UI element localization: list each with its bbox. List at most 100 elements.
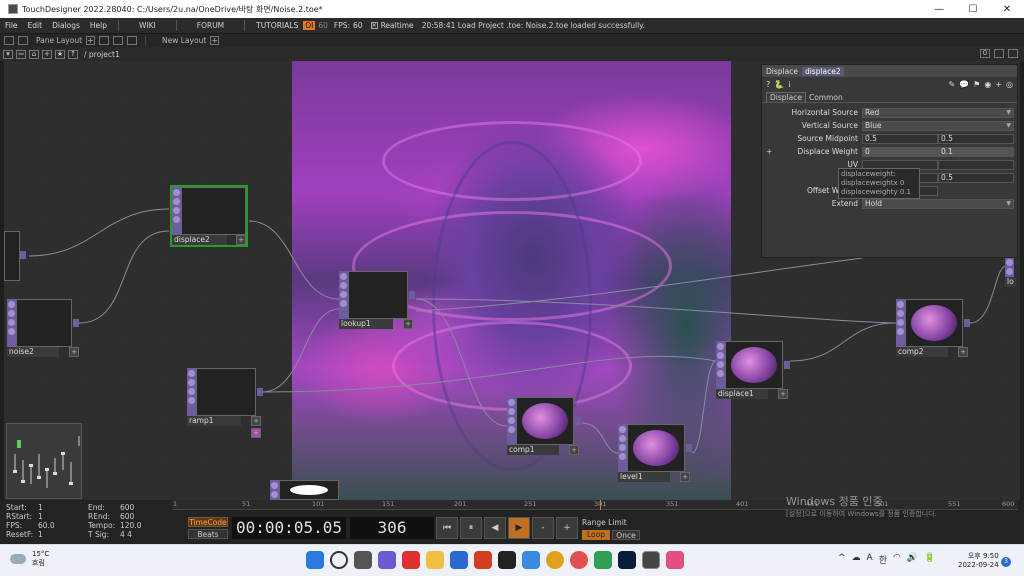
target-icon[interactable]: ◎ bbox=[1006, 80, 1013, 89]
windows-start-icon[interactable] bbox=[306, 551, 324, 569]
pane-menu-icon[interactable] bbox=[18, 36, 28, 45]
stat-value[interactable]: 120.0 bbox=[120, 521, 141, 530]
node-label[interactable]: comp1 bbox=[507, 445, 559, 455]
node-add-icon[interactable]: + bbox=[69, 347, 79, 357]
node-add-icon[interactable]: + bbox=[251, 416, 261, 426]
tutorials-button[interactable]: TUTORIALS bbox=[251, 21, 303, 30]
displace-weight-y[interactable]: 0.1 bbox=[938, 146, 1014, 157]
node-partial-left[interactable] bbox=[4, 231, 26, 289]
ime-icon[interactable]: 한 bbox=[879, 553, 887, 566]
task-view-icon[interactable] bbox=[354, 551, 372, 569]
help-icon[interactable]: ? bbox=[766, 80, 770, 89]
new-layout-button[interactable]: New Layout bbox=[162, 36, 206, 45]
stat-value[interactable]: 1 bbox=[38, 530, 88, 539]
node-output-port[interactable] bbox=[964, 319, 970, 327]
taskbar-clock[interactable]: 오후 9:50 2022-09-24 bbox=[958, 552, 999, 570]
pane-menu-icon[interactable]: ▾ bbox=[3, 49, 13, 59]
node-add-icon[interactable]: + bbox=[680, 472, 690, 482]
node-add-icon[interactable]: + bbox=[569, 445, 579, 455]
touchdesigner-icon[interactable] bbox=[642, 551, 660, 569]
edge-icon[interactable] bbox=[522, 551, 540, 569]
node-lookup1[interactable]: lookup1 + bbox=[339, 271, 415, 329]
menu-help[interactable]: Help bbox=[85, 21, 112, 30]
node-add-icon[interactable]: + bbox=[251, 428, 261, 438]
oi-badge[interactable]: OI bbox=[303, 21, 316, 30]
pause-button[interactable]: ⏸ bbox=[460, 517, 482, 539]
node-output-port[interactable] bbox=[686, 444, 692, 452]
star-icon[interactable]: ★ bbox=[55, 49, 65, 59]
photoshop-icon[interactable] bbox=[618, 551, 636, 569]
playhead[interactable] bbox=[600, 500, 601, 510]
source-midpoint-y[interactable]: 0.5 bbox=[938, 133, 1014, 144]
uv-offset-y[interactable]: 0.5 bbox=[938, 172, 1014, 183]
node-comp2[interactable]: comp2 + bbox=[896, 299, 970, 357]
up-icon[interactable]: ↑ bbox=[68, 49, 78, 59]
notification-badge[interactable]: 3 bbox=[1001, 557, 1011, 567]
node-output-port[interactable] bbox=[73, 319, 79, 327]
node-displace1[interactable]: displace1 + bbox=[716, 341, 790, 399]
pane-layout-icon[interactable] bbox=[113, 36, 124, 45]
chat-icon[interactable] bbox=[378, 551, 396, 569]
once-button[interactable]: Once bbox=[612, 530, 640, 540]
back-icon[interactable]: ⇦ bbox=[16, 49, 26, 59]
music-icon[interactable] bbox=[666, 551, 684, 569]
add-icon[interactable]: + bbox=[995, 80, 1002, 89]
comment-icon[interactable]: 💬 bbox=[959, 80, 969, 89]
forum-button[interactable]: FORUM bbox=[183, 21, 238, 30]
node-label[interactable]: lookup1 bbox=[339, 319, 393, 329]
maximize-button[interactable]: ☐ bbox=[956, 0, 990, 18]
pane-layout-icon[interactable] bbox=[127, 36, 138, 45]
node-output-port[interactable] bbox=[409, 291, 415, 299]
displace-weight-x[interactable]: 0 bbox=[862, 146, 938, 157]
node-comp1[interactable]: comp1 + bbox=[507, 397, 581, 455]
cloud-icon[interactable]: ☁ bbox=[852, 553, 861, 566]
minimize-button[interactable]: — bbox=[922, 0, 956, 18]
node-output-port[interactable] bbox=[257, 388, 263, 396]
node-label[interactable]: displace2 bbox=[172, 235, 227, 245]
chrome-icon[interactable] bbox=[546, 551, 564, 569]
node-label[interactable]: comp2 bbox=[896, 347, 948, 357]
frame-display[interactable]: 306 bbox=[350, 517, 434, 539]
close-button[interactable]: ✕ bbox=[990, 0, 1024, 18]
edit-icon[interactable]: ✎ bbox=[948, 80, 955, 89]
param-op-name[interactable]: displace2 bbox=[801, 66, 844, 76]
node-circle[interactable] bbox=[270, 480, 342, 500]
weather-widget[interactable]: 15°C 흐림 bbox=[10, 550, 49, 568]
node-noise2[interactable]: noise2 + bbox=[7, 299, 79, 357]
notion-icon[interactable] bbox=[498, 551, 516, 569]
node-level1[interactable]: level1 + bbox=[618, 424, 692, 482]
node-label[interactable]: level1 bbox=[618, 472, 670, 482]
battery-icon[interactable]: 🔋 bbox=[924, 553, 935, 566]
info-icon[interactable]: i bbox=[788, 80, 790, 89]
node-label[interactable]: ramp1 bbox=[187, 416, 241, 426]
uv-y[interactable] bbox=[938, 159, 1014, 170]
viewer-square-icon[interactable] bbox=[994, 49, 1004, 58]
tab-displace[interactable]: Displace bbox=[766, 92, 806, 102]
chrome-profile-icon[interactable] bbox=[570, 551, 588, 569]
add-icon[interactable]: + bbox=[42, 49, 52, 59]
node-label[interactable]: displace1 bbox=[716, 389, 768, 399]
input-mode-icon[interactable]: A bbox=[867, 553, 873, 566]
stat-value[interactable]: 4 4 bbox=[120, 530, 132, 539]
network-path[interactable]: / project1 bbox=[84, 50, 120, 59]
node-label[interactable]: lo bbox=[1005, 277, 1016, 287]
vertical-source-menu[interactable]: Blue bbox=[862, 120, 1014, 131]
node-partial-right[interactable]: lo bbox=[1005, 257, 1020, 287]
node-ramp1[interactable]: ramp1 + + bbox=[187, 368, 263, 438]
add-new-layout-button[interactable]: + bbox=[210, 36, 220, 45]
menu-file[interactable]: File bbox=[0, 21, 23, 30]
menu-edit[interactable]: Edit bbox=[23, 21, 48, 30]
home-icon[interactable]: ⌂ bbox=[29, 49, 39, 59]
menu-dialogs[interactable]: Dialogs bbox=[47, 21, 85, 30]
stat-value[interactable]: 600 bbox=[120, 512, 134, 521]
stat-value[interactable]: 1 bbox=[38, 503, 88, 512]
node-displace2[interactable]: displace2 + bbox=[170, 185, 248, 247]
play-reverse-button[interactable]: ◀ bbox=[484, 517, 506, 539]
pane-layout-label[interactable]: Pane Layout bbox=[36, 36, 82, 45]
app-icon[interactable] bbox=[594, 551, 612, 569]
file-explorer-icon[interactable] bbox=[426, 551, 444, 569]
tray-overflow-icon[interactable]: ^ bbox=[838, 553, 846, 566]
timecode-mode-button[interactable]: TimeCode bbox=[188, 517, 228, 527]
mail-icon[interactable] bbox=[450, 551, 468, 569]
wiki-button[interactable]: WIKI bbox=[125, 21, 170, 30]
